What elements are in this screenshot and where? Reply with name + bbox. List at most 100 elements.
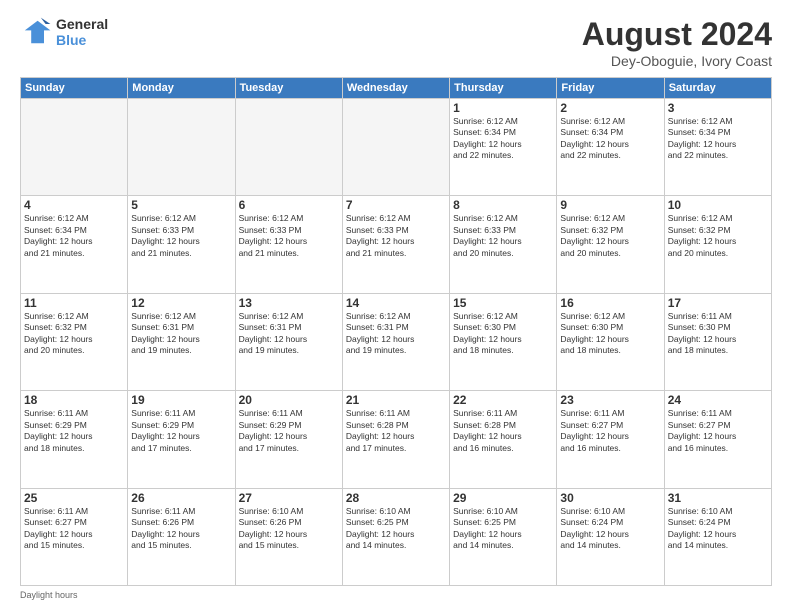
calendar-cell: 27Sunrise: 6:10 AM Sunset: 6:26 PM Dayli… (235, 488, 342, 585)
day-number: 24 (668, 393, 768, 407)
calendar-week-row: 25Sunrise: 6:11 AM Sunset: 6:27 PM Dayli… (21, 488, 772, 585)
day-number: 19 (131, 393, 231, 407)
calendar-day-header: Saturday (664, 78, 771, 99)
logo-icon (20, 16, 52, 48)
day-info: Sunrise: 6:12 AM Sunset: 6:32 PM Dayligh… (24, 311, 124, 357)
calendar-cell: 8Sunrise: 6:12 AM Sunset: 6:33 PM Daylig… (450, 196, 557, 293)
calendar-day-header: Wednesday (342, 78, 449, 99)
page: General Blue August 2024 Dey-Oboguie, Iv… (0, 0, 792, 612)
calendar-cell: 1Sunrise: 6:12 AM Sunset: 6:34 PM Daylig… (450, 99, 557, 196)
calendar-cell: 23Sunrise: 6:11 AM Sunset: 6:27 PM Dayli… (557, 391, 664, 488)
day-info: Sunrise: 6:12 AM Sunset: 6:30 PM Dayligh… (453, 311, 553, 357)
day-number: 20 (239, 393, 339, 407)
day-info: Sunrise: 6:12 AM Sunset: 6:33 PM Dayligh… (131, 213, 231, 259)
day-info: Sunrise: 6:11 AM Sunset: 6:27 PM Dayligh… (668, 408, 768, 454)
calendar-cell: 5Sunrise: 6:12 AM Sunset: 6:33 PM Daylig… (128, 196, 235, 293)
calendar-cell: 6Sunrise: 6:12 AM Sunset: 6:33 PM Daylig… (235, 196, 342, 293)
day-info: Sunrise: 6:12 AM Sunset: 6:31 PM Dayligh… (346, 311, 446, 357)
day-info: Sunrise: 6:12 AM Sunset: 6:33 PM Dayligh… (453, 213, 553, 259)
day-info: Sunrise: 6:12 AM Sunset: 6:32 PM Dayligh… (668, 213, 768, 259)
month-title: August 2024 (582, 16, 772, 53)
footer: Daylight hours (20, 590, 772, 600)
day-info: Sunrise: 6:12 AM Sunset: 6:30 PM Dayligh… (560, 311, 660, 357)
calendar-week-row: 11Sunrise: 6:12 AM Sunset: 6:32 PM Dayli… (21, 293, 772, 390)
calendar-cell: 17Sunrise: 6:11 AM Sunset: 6:30 PM Dayli… (664, 293, 771, 390)
day-number: 25 (24, 491, 124, 505)
day-number: 7 (346, 198, 446, 212)
logo: General Blue (20, 16, 108, 48)
calendar-cell: 26Sunrise: 6:11 AM Sunset: 6:26 PM Dayli… (128, 488, 235, 585)
header: General Blue August 2024 Dey-Oboguie, Iv… (20, 16, 772, 69)
day-number: 5 (131, 198, 231, 212)
calendar-cell: 25Sunrise: 6:11 AM Sunset: 6:27 PM Dayli… (21, 488, 128, 585)
calendar-cell (235, 99, 342, 196)
calendar-week-row: 1 Sunrise: 6:12 AM Sunset: 6:34 PM Daylig… (21, 99, 772, 196)
calendar-cell: 24Sunrise: 6:11 AM Sunset: 6:27 PM Dayli… (664, 391, 771, 488)
calendar-day-header: Friday (557, 78, 664, 99)
day-number: 30 (560, 491, 660, 505)
day-number: 8 (453, 198, 553, 212)
subtitle: Dey-Oboguie, Ivory Coast (582, 53, 772, 69)
day-number: 4 (24, 198, 124, 212)
day-number: 3 (668, 101, 768, 115)
day-info: Sunrise: 6:12 AM Sunset: 6:34 PM Dayligh… (668, 116, 768, 162)
day-info: Sunrise: 6:12 AM Sunset: 6:32 PM Dayligh… (560, 213, 660, 259)
calendar-cell: 28Sunrise: 6:10 AM Sunset: 6:25 PM Dayli… (342, 488, 449, 585)
calendar-table: SundayMondayTuesdayWednesdayThursdayFrid… (20, 77, 772, 586)
day-info: Sunrise: 6:12 AM Sunset: 6:34 PM Dayligh… (24, 213, 124, 259)
calendar-cell: 13Sunrise: 6:12 AM Sunset: 6:31 PM Dayli… (235, 293, 342, 390)
day-number: 15 (453, 296, 553, 310)
day-info: Sunrise: 6:10 AM Sunset: 6:26 PM Dayligh… (239, 506, 339, 552)
calendar-cell (342, 99, 449, 196)
logo-text: General Blue (56, 16, 108, 48)
day-info: Sunrise: 6:12 AM Sunset: 6:34 PM Dayligh… (560, 116, 660, 162)
calendar-cell: 20Sunrise: 6:11 AM Sunset: 6:29 PM Dayli… (235, 391, 342, 488)
day-number: 17 (668, 296, 768, 310)
day-info: Sunrise: 6:12 AM Sunset: 6:33 PM Dayligh… (239, 213, 339, 259)
calendar-week-row: 4Sunrise: 6:12 AM Sunset: 6:34 PM Daylig… (21, 196, 772, 293)
day-number: 29 (453, 491, 553, 505)
calendar-day-header: Sunday (21, 78, 128, 99)
calendar-cell: 9Sunrise: 6:12 AM Sunset: 6:32 PM Daylig… (557, 196, 664, 293)
calendar-cell: 12Sunrise: 6:12 AM Sunset: 6:31 PM Dayli… (128, 293, 235, 390)
day-number: 26 (131, 491, 231, 505)
day-number: 21 (346, 393, 446, 407)
calendar-cell: 10Sunrise: 6:12 AM Sunset: 6:32 PM Dayli… (664, 196, 771, 293)
day-info: Sunrise: 6:11 AM Sunset: 6:27 PM Dayligh… (560, 408, 660, 454)
calendar-cell: 21Sunrise: 6:11 AM Sunset: 6:28 PM Dayli… (342, 391, 449, 488)
calendar-cell: 31Sunrise: 6:10 AM Sunset: 6:24 PM Dayli… (664, 488, 771, 585)
title-block: August 2024 Dey-Oboguie, Ivory Coast (582, 16, 772, 69)
day-info: Sunrise: 6:11 AM Sunset: 6:29 PM Dayligh… (24, 408, 124, 454)
day-number: 14 (346, 296, 446, 310)
day-number: 28 (346, 491, 446, 505)
calendar-day-header: Monday (128, 78, 235, 99)
day-info: Sunrise: 6:12 AM Sunset: 6:33 PM Dayligh… (346, 213, 446, 259)
day-info: Sunrise: 6:11 AM Sunset: 6:29 PM Dayligh… (239, 408, 339, 454)
day-number: 22 (453, 393, 553, 407)
day-number: 12 (131, 296, 231, 310)
calendar-week-row: 18Sunrise: 6:11 AM Sunset: 6:29 PM Dayli… (21, 391, 772, 488)
day-info: Sunrise: 6:11 AM Sunset: 6:26 PM Dayligh… (131, 506, 231, 552)
day-number: 11 (24, 296, 124, 310)
day-number: 23 (560, 393, 660, 407)
day-number: 31 (668, 491, 768, 505)
calendar-cell (21, 99, 128, 196)
day-info: Sunrise: 6:11 AM Sunset: 6:29 PM Dayligh… (131, 408, 231, 454)
day-number: 1 (453, 101, 553, 115)
calendar-header-row: SundayMondayTuesdayWednesdayThursdayFrid… (21, 78, 772, 99)
day-info: Sunrise: 6:11 AM Sunset: 6:28 PM Dayligh… (453, 408, 553, 454)
calendar-cell: 30Sunrise: 6:10 AM Sunset: 6:24 PM Dayli… (557, 488, 664, 585)
day-info: Sunrise: 6:11 AM Sunset: 6:27 PM Dayligh… (24, 506, 124, 552)
calendar-cell (128, 99, 235, 196)
day-number: 9 (560, 198, 660, 212)
day-info: Sunrise: 6:10 AM Sunset: 6:24 PM Dayligh… (668, 506, 768, 552)
day-number: 18 (24, 393, 124, 407)
day-info: Sunrise: 6:12 AM Sunset: 6:31 PM Dayligh… (131, 311, 231, 357)
calendar-cell: 14Sunrise: 6:12 AM Sunset: 6:31 PM Dayli… (342, 293, 449, 390)
calendar-cell: 18Sunrise: 6:11 AM Sunset: 6:29 PM Dayli… (21, 391, 128, 488)
calendar-cell: 29Sunrise: 6:10 AM Sunset: 6:25 PM Dayli… (450, 488, 557, 585)
day-info: Sunrise: 6:10 AM Sunset: 6:25 PM Dayligh… (346, 506, 446, 552)
day-number: 13 (239, 296, 339, 310)
calendar-day-header: Tuesday (235, 78, 342, 99)
day-info: Sunrise: 6:10 AM Sunset: 6:25 PM Dayligh… (453, 506, 553, 552)
